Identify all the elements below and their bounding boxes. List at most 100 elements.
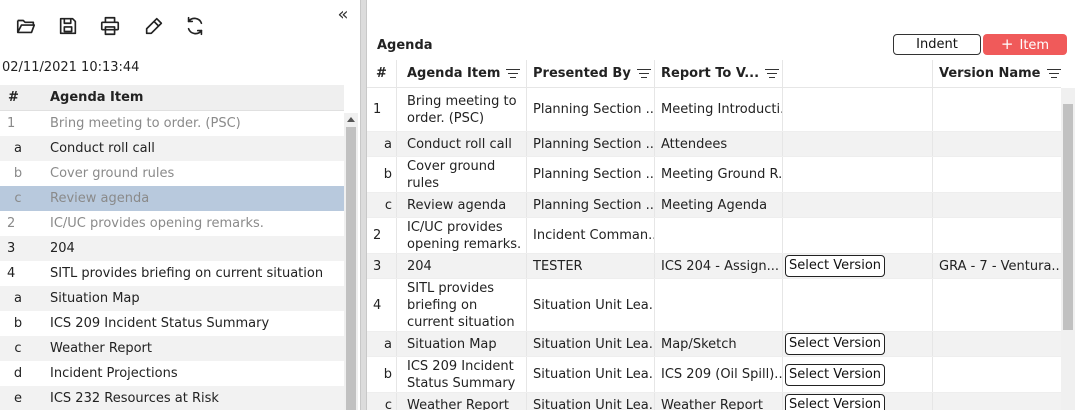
cell-agenda-item: Bring meeting to order. (PSC) [397, 88, 527, 131]
cell-select-version [783, 218, 933, 253]
cell-version-name [933, 88, 1061, 131]
cell-report: Weather Report [655, 393, 783, 410]
right-scrollbar[interactable] [1061, 88, 1075, 410]
col-header-version-name-label: Version Name [939, 66, 1041, 81]
select-version-button[interactable]: Select Version [785, 255, 885, 277]
col-header-presented-by-label: Presented By [533, 66, 631, 81]
cell-presented-by: Situation Unit Lea... [527, 279, 655, 331]
list-item-num: 3 [7, 241, 16, 256]
col-header-num: # [367, 60, 397, 87]
table-row[interactable]: a Situation Map Situation Unit Lea... Map/S… [367, 332, 1061, 357]
collapse-panel-icon[interactable]: « [332, 6, 354, 26]
timestamp: 02/11/2021 10:13:44 [2, 60, 140, 75]
col-header-report-to-version[interactable]: Report To V... [655, 60, 783, 87]
cell-select-version [783, 132, 933, 156]
list-item[interactable]: a Conduct roll call [0, 136, 344, 161]
list-item[interactable]: e ICS 232 Resources at Risk [0, 386, 344, 410]
table-row[interactable]: a Conduct roll call Planning Section ... At… [367, 132, 1061, 157]
list-item[interactable]: 2 IC/UC provides opening remarks. [0, 211, 344, 236]
filter-icon[interactable] [636, 68, 651, 79]
cell-agenda-item: SITL provides briefing on current situat… [397, 279, 527, 331]
indent-button[interactable]: Indent [893, 34, 981, 55]
col-header-report-label: Report To V... [661, 66, 760, 81]
cell-select-version: Select Version [783, 254, 933, 278]
cell-num: 2 [367, 218, 397, 253]
print-icon[interactable] [96, 12, 124, 40]
table-row[interactable]: 3 204 TESTER ICS 204 - Assign... Select Vers… [367, 254, 1061, 279]
cell-presented-by: Planning Section ... [527, 157, 655, 192]
plus-icon: + [1000, 35, 1014, 53]
table-row[interactable]: c Weather Report Situation Unit Lea... Weat… [367, 393, 1061, 410]
add-item-button[interactable]: + Item [983, 34, 1067, 55]
list-item-num: c [14, 191, 22, 206]
cell-agenda-item: Cover ground rules [397, 157, 527, 192]
table-row[interactable]: b ICS 209 Incident Status Summary Situatio… [367, 357, 1061, 393]
cell-select-version [783, 279, 933, 331]
cell-report: Meeting Ground R... [655, 157, 783, 192]
list-item-text: Bring meeting to order. (PSC) [50, 116, 241, 131]
filter-icon[interactable] [1046, 68, 1061, 79]
left-header-num: # [8, 90, 19, 105]
table-row[interactable]: 2 IC/UC provides opening remarks. Incident… [367, 218, 1061, 254]
list-item-text: Conduct roll call [50, 141, 155, 156]
cell-select-version [783, 88, 933, 131]
cell-num: 1 [367, 88, 397, 131]
list-item-text: Review agenda [50, 191, 150, 206]
cell-num: c [367, 193, 397, 217]
save-icon[interactable] [54, 12, 82, 40]
filter-icon[interactable] [506, 68, 521, 79]
table-row[interactable]: c Review agenda Planning Section ... Meetin… [367, 193, 1061, 218]
list-item[interactable]: d Incident Projections [0, 361, 344, 386]
list-item[interactable]: c Review agenda [0, 186, 344, 211]
cell-agenda-item: Review agenda [397, 193, 527, 217]
list-item-num: 1 [7, 116, 16, 131]
cell-presented-by: Incident Comman... [527, 218, 655, 253]
list-item[interactable]: 4 SITL provides briefing on current situa… [0, 261, 344, 286]
list-item[interactable]: a Situation Map [0, 286, 344, 311]
list-item-num: e [14, 391, 22, 406]
col-header-select-version [783, 60, 933, 87]
left-table-header: # Agenda Item [0, 85, 344, 111]
table-row[interactable]: 4 SITL provides briefing on current situa… [367, 279, 1061, 332]
list-item[interactable]: 3 204 [0, 236, 344, 261]
col-header-presented-by[interactable]: Presented By [527, 60, 655, 87]
list-item[interactable]: c Weather Report [0, 336, 344, 361]
col-header-agenda-item[interactable]: Agenda Item [397, 60, 527, 87]
list-item[interactable]: b ICS 209 Incident Status Summary [0, 311, 344, 336]
cell-report: Map/Sketch [655, 332, 783, 356]
cell-version-name [933, 132, 1061, 156]
list-item[interactable]: b Cover ground rules [0, 161, 344, 186]
cell-presented-by: Situation Unit Lea... [527, 393, 655, 410]
cell-num: c [367, 393, 397, 410]
left-scrollbar[interactable] [344, 113, 358, 410]
refresh-icon[interactable] [181, 12, 209, 40]
list-item-num: a [14, 291, 22, 306]
list-item-num: a [14, 141, 22, 156]
cell-presented-by: Planning Section ... [527, 193, 655, 217]
list-item-text: IC/UC provides opening remarks. [50, 216, 264, 231]
right-scroll-thumb[interactable] [1063, 104, 1073, 330]
list-item[interactable]: 1 Bring meeting to order. (PSC) [0, 111, 344, 136]
pane-splitter[interactable] [360, 0, 367, 410]
cell-agenda-item: ICS 209 Incident Status Summary [397, 357, 527, 392]
folder-open-icon[interactable] [12, 12, 40, 40]
select-version-button[interactable]: Select Version [785, 363, 885, 386]
cell-version-name [933, 193, 1061, 217]
left-scroll-thumb[interactable] [346, 127, 356, 410]
select-version-button[interactable]: Select Version [785, 333, 885, 355]
list-item-num: b [13, 316, 23, 331]
filter-icon[interactable] [765, 68, 780, 79]
scroll-up-icon[interactable] [347, 117, 355, 122]
list-item-text: Situation Map [50, 291, 140, 306]
cell-version-name [933, 218, 1061, 253]
edit-icon[interactable] [140, 12, 168, 40]
col-header-version-name[interactable]: Version Name [933, 60, 1061, 87]
table-row[interactable]: b Cover ground rules Planning Section ... M… [367, 157, 1061, 193]
cell-presented-by: TESTER [527, 254, 655, 278]
select-version-button[interactable]: Select Version [785, 394, 885, 410]
table-row[interactable]: 1 Bring meeting to order. (PSC) Planning S… [367, 88, 1061, 132]
cell-agenda-item: Situation Map [397, 332, 527, 356]
cell-report: ICS 209 (Oil Spill)... [655, 357, 783, 392]
cell-agenda-item: Conduct roll call [397, 132, 527, 156]
col-header-agenda-item-label: Agenda Item [407, 66, 501, 81]
